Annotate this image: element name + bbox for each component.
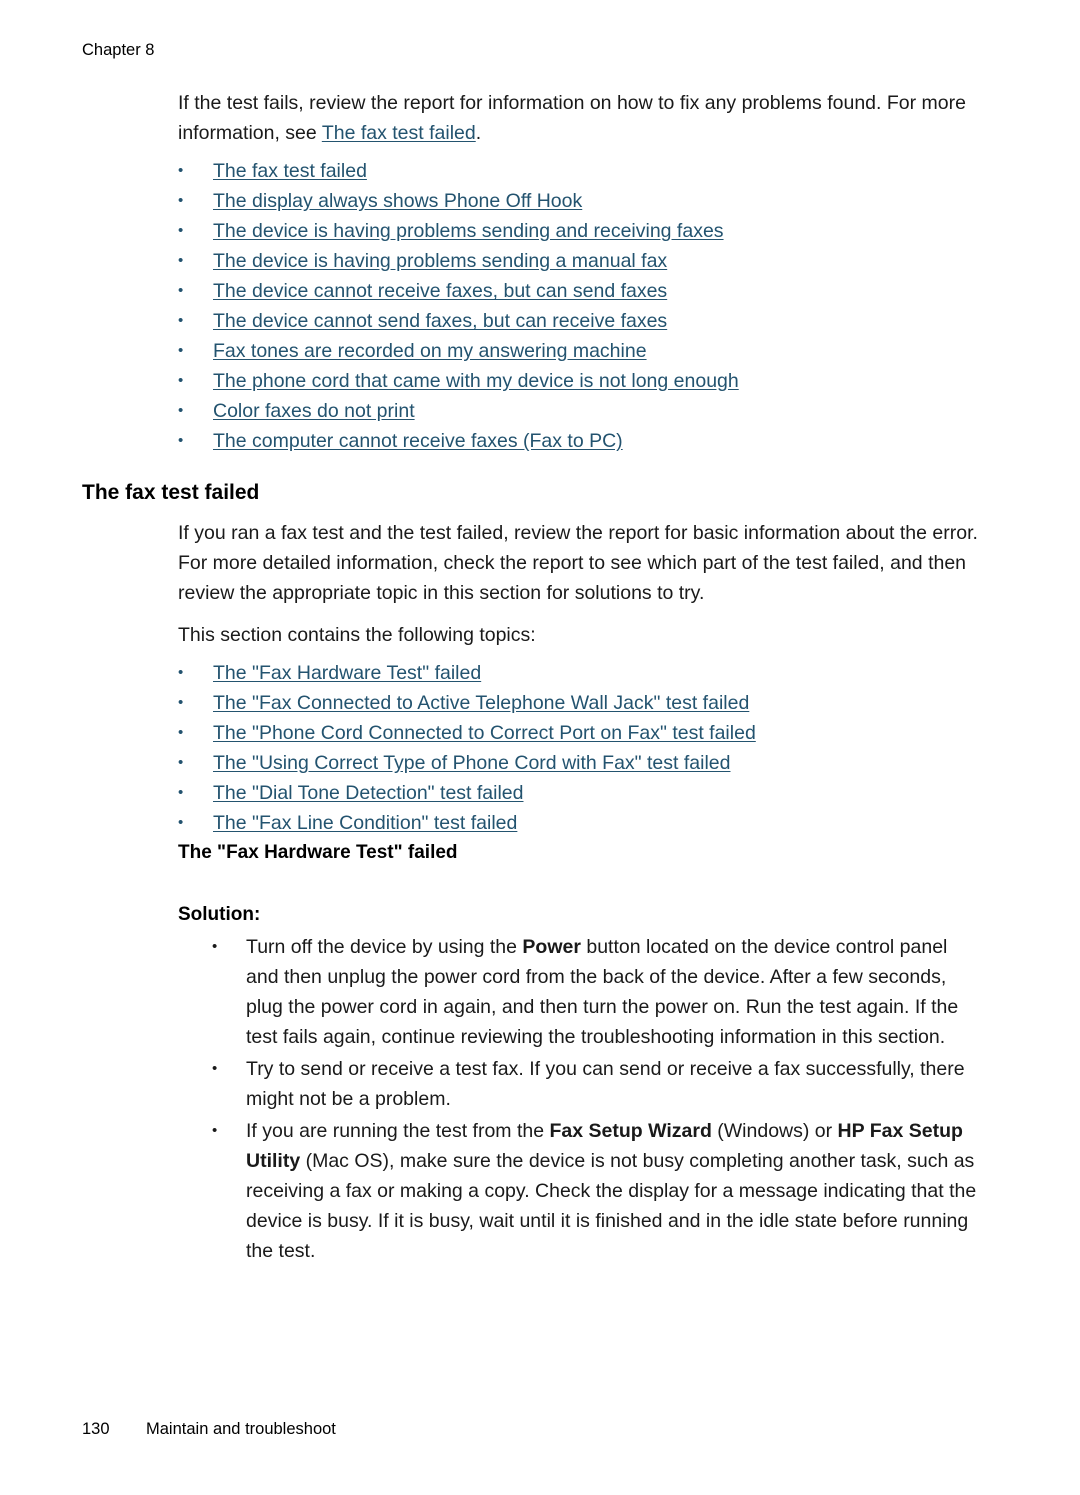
solution-label: Solution:: [178, 904, 261, 925]
list-item: Color faxes do not print: [178, 396, 978, 426]
list-item: Try to send or receive a test fax. If yo…: [212, 1054, 978, 1114]
link-fax-line-condition-test-failed[interactable]: The "Fax Line Condition" test failed: [213, 812, 517, 834]
list-item: The fax test failed: [178, 156, 978, 186]
list-item: The "Fax Hardware Test" failed: [178, 658, 978, 688]
list-item: The display always shows Phone Off Hook: [178, 186, 978, 216]
intro-paragraph-text-before: If the test fails, review the report for…: [178, 92, 966, 144]
page-footer: 130 Maintain and troubleshoot: [82, 1419, 336, 1439]
solution-bullet-3-part-2: (Windows) or: [711, 1120, 838, 1142]
intro-paragraph: If the test fails, review the report for…: [178, 88, 978, 148]
solution-bullet-3-bold-fax-setup-wizard: Fax Setup Wizard: [549, 1120, 712, 1142]
link-color-faxes-do-not-print[interactable]: Color faxes do not print: [213, 400, 415, 422]
list-item: The device cannot send faxes, but can re…: [178, 306, 978, 336]
running-head-chapter: Chapter 8: [82, 41, 155, 59]
list-item: Fax tones are recorded on my answering m…: [178, 336, 978, 366]
link-cannot-receive-but-can-send[interactable]: The device cannot receive faxes, but can…: [213, 280, 667, 302]
topics-link-list: The "Fax Hardware Test" failed The "Fax …: [178, 658, 978, 838]
solution-bullet-1-bold-power: Power: [522, 936, 581, 958]
section-paragraph-1: If you ran a fax test and the test faile…: [178, 522, 978, 604]
solution-bullet-list: Turn off the device by using the Power b…: [178, 932, 978, 1266]
page-title-the-fax-test-failed: The fax test failed: [82, 481, 260, 504]
list-item: If you are running the test from the Fax…: [212, 1116, 978, 1266]
link-the-fax-test-failed-inline[interactable]: The fax test failed: [322, 122, 476, 144]
link-using-correct-type-phone-cord[interactable]: The "Using Correct Type of Phone Cord wi…: [213, 752, 730, 774]
solution-bullet-3-part-1: If you are running the test from the: [246, 1120, 550, 1142]
link-problems-sending-and-receiving-faxes[interactable]: The device is having problems sending an…: [213, 220, 724, 242]
intro-paragraph-text-after: .: [475, 122, 482, 144]
link-phone-cord-connected-correct-port[interactable]: The "Phone Cord Connected to Correct Por…: [213, 722, 756, 744]
section-block: If you ran a fax test and the test faile…: [178, 518, 978, 838]
subsection-title-fax-hardware-test-failed: The "Fax Hardware Test" failed: [178, 842, 458, 863]
intro-link-list: The fax test failed The display always s…: [178, 156, 978, 456]
subsection-block: The "Fax Hardware Test" failed Solution:…: [178, 840, 978, 1268]
footer-section-label: Maintain and troubleshoot: [146, 1420, 336, 1438]
link-fax-connected-active-telephone-wall-jack[interactable]: The "Fax Connected to Active Telephone W…: [213, 692, 749, 714]
link-fax-tones-recorded-answering-machine[interactable]: Fax tones are recorded on my answering m…: [213, 340, 647, 362]
link-computer-cannot-receive-faxes[interactable]: The computer cannot receive faxes (Fax t…: [213, 430, 623, 452]
list-item: The device cannot receive faxes, but can…: [178, 276, 978, 306]
list-item: The computer cannot receive faxes (Fax t…: [178, 426, 978, 456]
link-fax-hardware-test-failed[interactable]: The "Fax Hardware Test" failed: [213, 662, 481, 684]
link-problems-sending-manual-fax[interactable]: The device is having problems sending a …: [213, 250, 667, 272]
list-item: The "Dial Tone Detection" test failed: [178, 778, 978, 808]
list-item: The "Using Correct Type of Phone Cord wi…: [178, 748, 978, 778]
list-item: The "Fax Connected to Active Telephone W…: [178, 688, 978, 718]
link-dial-tone-detection-test-failed[interactable]: The "Dial Tone Detection" test failed: [213, 782, 524, 804]
list-item: Turn off the device by using the Power b…: [212, 932, 978, 1052]
solution-bullet-3-part-3: (Mac OS), make sure the device is not bu…: [246, 1150, 977, 1262]
document-page: Chapter 8 If the test fails, review the …: [0, 0, 1080, 1495]
footer-page-number: 130: [82, 1420, 110, 1438]
link-phone-cord-not-long-enough[interactable]: The phone cord that came with my device …: [213, 370, 739, 392]
section-paragraph-2: This section contains the following topi…: [178, 624, 536, 646]
link-fax-test-failed[interactable]: The fax test failed: [213, 160, 367, 182]
list-item: The phone cord that came with my device …: [178, 366, 978, 396]
solution-bullet-1-part-1: Turn off the device by using the: [246, 936, 523, 958]
list-item: The device is having problems sending a …: [178, 246, 978, 276]
link-cannot-send-but-can-receive[interactable]: The device cannot send faxes, but can re…: [213, 310, 667, 332]
list-item: The "Fax Line Condition" test failed: [178, 808, 978, 838]
list-item: The device is having problems sending an…: [178, 216, 978, 246]
solution-bullet-2-text: Try to send or receive a test fax. If yo…: [246, 1058, 965, 1110]
intro-block: If the test fails, review the report for…: [178, 88, 978, 456]
list-item: The "Phone Cord Connected to Correct Por…: [178, 718, 978, 748]
link-display-always-shows-phone-off-hook[interactable]: The display always shows Phone Off Hook: [213, 190, 582, 212]
